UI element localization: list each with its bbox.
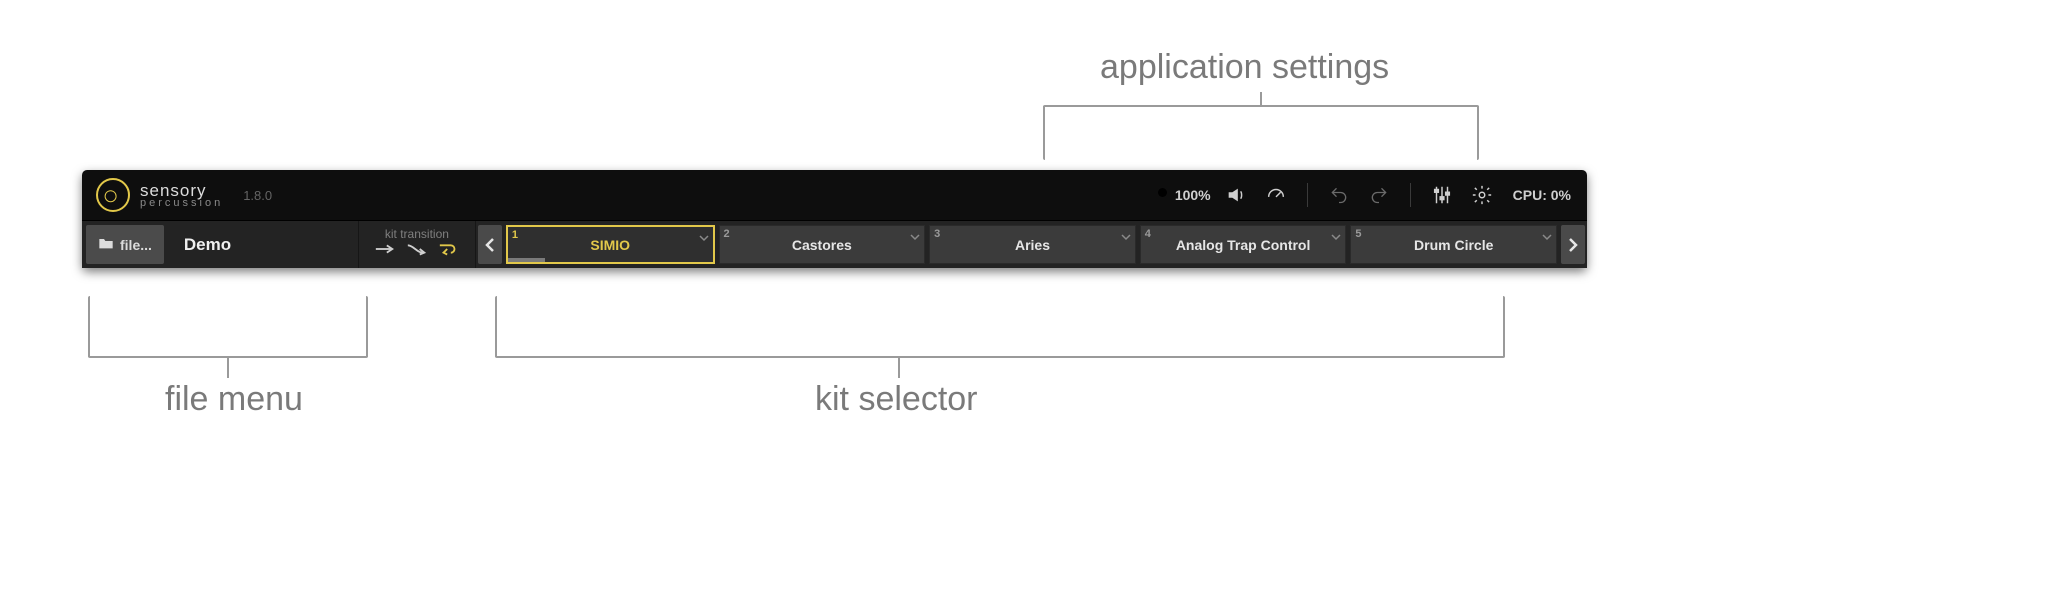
top-row: sensory percussion 1.8.0 100% xyxy=(82,170,1587,220)
folder-icon xyxy=(98,236,114,253)
kit-name: Drum Circle xyxy=(1414,237,1493,253)
kit-dropdown-icon[interactable] xyxy=(699,230,709,246)
file-menu-button[interactable]: file... xyxy=(86,225,164,264)
kit-slot-2[interactable]: 2 Castores xyxy=(719,225,926,264)
kit-name: Aries xyxy=(1015,237,1050,253)
file-menu-label: file... xyxy=(120,237,152,253)
zoom-value: 100% xyxy=(1175,187,1211,203)
kit-transition-label: kit transition xyxy=(385,228,449,240)
kit-name: Castores xyxy=(792,237,852,253)
annotation-kit-selector: kit selector xyxy=(815,380,978,419)
kit-number: 5 xyxy=(1355,228,1361,240)
kit-transition-panel: kit transition xyxy=(358,221,476,268)
set-name[interactable]: Demo xyxy=(168,221,358,268)
bracket-stem xyxy=(898,358,900,378)
logo: sensory percussion xyxy=(96,178,223,212)
mixer-button[interactable] xyxy=(1427,180,1457,210)
kit-number: 4 xyxy=(1145,228,1151,240)
brand-subtitle: percussion xyxy=(140,198,223,209)
search-zoom-icon xyxy=(1155,185,1173,206)
bottom-row: file... Demo kit transition 1 SIMIO 2 Casto… xyxy=(82,220,1587,268)
bracket-kit-selector xyxy=(495,296,1505,358)
kit-dropdown-icon[interactable] xyxy=(1542,229,1552,245)
redo-button[interactable] xyxy=(1364,180,1394,210)
kit-dropdown-icon[interactable] xyxy=(1331,229,1341,245)
transition-return-icon[interactable] xyxy=(438,242,460,261)
kit-progress-bar xyxy=(508,258,545,262)
kit-slot-1[interactable]: 1 SIMIO xyxy=(506,225,715,264)
kit-number: 3 xyxy=(934,228,940,240)
kit-scroll-right[interactable] xyxy=(1561,225,1585,264)
transition-straight-icon[interactable] xyxy=(374,242,396,261)
bracket-stem xyxy=(1260,92,1262,106)
kit-slot-4[interactable]: 4 Analog Trap Control xyxy=(1140,225,1347,264)
settings-button[interactable] xyxy=(1467,180,1497,210)
volume-button[interactable] xyxy=(1221,180,1251,210)
transition-curve-icon[interactable] xyxy=(406,242,428,261)
bracket-stem xyxy=(227,358,229,378)
brand-name: sensory xyxy=(140,182,223,199)
bracket-app-settings xyxy=(1043,105,1479,160)
divider xyxy=(1307,183,1308,207)
divider xyxy=(1410,183,1411,207)
annotation-file-menu: file menu xyxy=(165,380,303,419)
kit-slot-3[interactable]: 3 Aries xyxy=(929,225,1136,264)
zoom-control[interactable]: 100% xyxy=(1155,185,1211,206)
kit-name: Analog Trap Control xyxy=(1176,237,1311,253)
tempo-button[interactable] xyxy=(1261,180,1291,210)
bracket-file-menu xyxy=(88,296,368,358)
kit-slot-5[interactable]: 5 Drum Circle xyxy=(1350,225,1557,264)
kit-number: 2 xyxy=(724,228,730,240)
logo-icon xyxy=(96,178,130,212)
cpu-meter: CPU: 0% xyxy=(1513,187,1571,203)
kit-name: SIMIO xyxy=(590,237,630,253)
kit-scroll-left[interactable] xyxy=(478,225,502,264)
app-header-bar: sensory percussion 1.8.0 100% xyxy=(82,170,1587,268)
undo-button[interactable] xyxy=(1324,180,1354,210)
annotation-app-settings: application settings xyxy=(1100,48,1389,87)
kit-dropdown-icon[interactable] xyxy=(1121,229,1131,245)
kit-dropdown-icon[interactable] xyxy=(910,229,920,245)
version-label: 1.8.0 xyxy=(243,188,272,203)
kit-strip: 1 SIMIO 2 Castores 3 Aries 4 Analog Trap Contro… xyxy=(504,221,1559,268)
kit-number: 1 xyxy=(512,229,518,241)
